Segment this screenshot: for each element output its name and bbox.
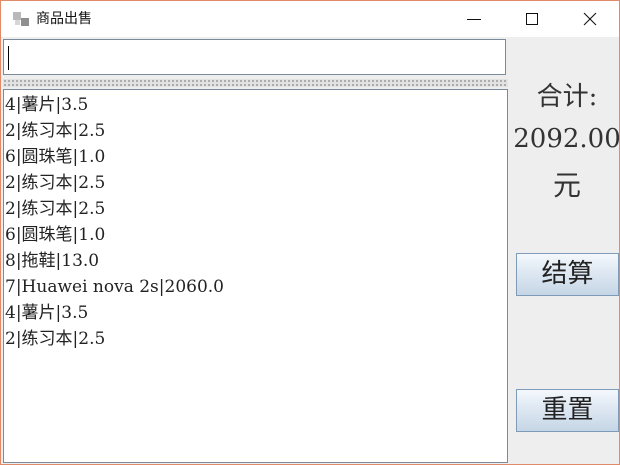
- title-bar[interactable]: 商品出售: [1, 1, 619, 37]
- app-icon: [13, 12, 29, 26]
- maximize-button[interactable]: [503, 1, 561, 37]
- app-window: 商品出售 4|薯片|3.5 2|练习本|2.5 6|圆珠笔|1.0 2|练习本|2.5…: [0, 0, 620, 465]
- close-button[interactable]: [561, 1, 619, 37]
- list-item[interactable]: 8|拖鞋|13.0: [5, 248, 224, 274]
- checkout-button[interactable]: 结算: [516, 253, 619, 296]
- total-value: 2092.00: [513, 124, 620, 154]
- list-item[interactable]: 4|薯片|3.5: [5, 300, 224, 326]
- list-item[interactable]: 2|练习本|2.5: [5, 326, 224, 352]
- currency-unit: 元: [552, 169, 581, 202]
- list-item[interactable]: 2|练习本|2.5: [5, 196, 224, 222]
- total-label: 合计:: [536, 82, 598, 112]
- text-caret: [8, 46, 9, 70]
- close-icon: [583, 12, 597, 26]
- split-divider[interactable]: [3, 79, 508, 87]
- list-item[interactable]: 6|圆珠笔|1.0: [5, 144, 224, 170]
- list-item[interactable]: 7|Huawei nova 2s|2060.0: [5, 274, 224, 300]
- list-item[interactable]: 2|练习本|2.5: [5, 170, 224, 196]
- maximize-icon: [526, 13, 538, 25]
- product-input[interactable]: [3, 39, 506, 75]
- list-item[interactable]: 4|薯片|3.5: [5, 92, 224, 118]
- sales-list-items: 4|薯片|3.5 2|练习本|2.5 6|圆珠笔|1.0 2|练习本|2.5 2|练习本…: [5, 92, 224, 352]
- list-item[interactable]: 6|圆珠笔|1.0: [5, 222, 224, 248]
- sales-list[interactable]: 4|薯片|3.5 2|练习本|2.5 6|圆珠笔|1.0 2|练习本|2.5 2|练习本…: [3, 89, 508, 463]
- minimize-icon: [467, 19, 481, 20]
- window-title: 商品出售: [36, 11, 92, 27]
- minimize-button[interactable]: [445, 1, 503, 37]
- reset-button[interactable]: 重置: [516, 389, 619, 432]
- list-item[interactable]: 2|练习本|2.5: [5, 118, 224, 144]
